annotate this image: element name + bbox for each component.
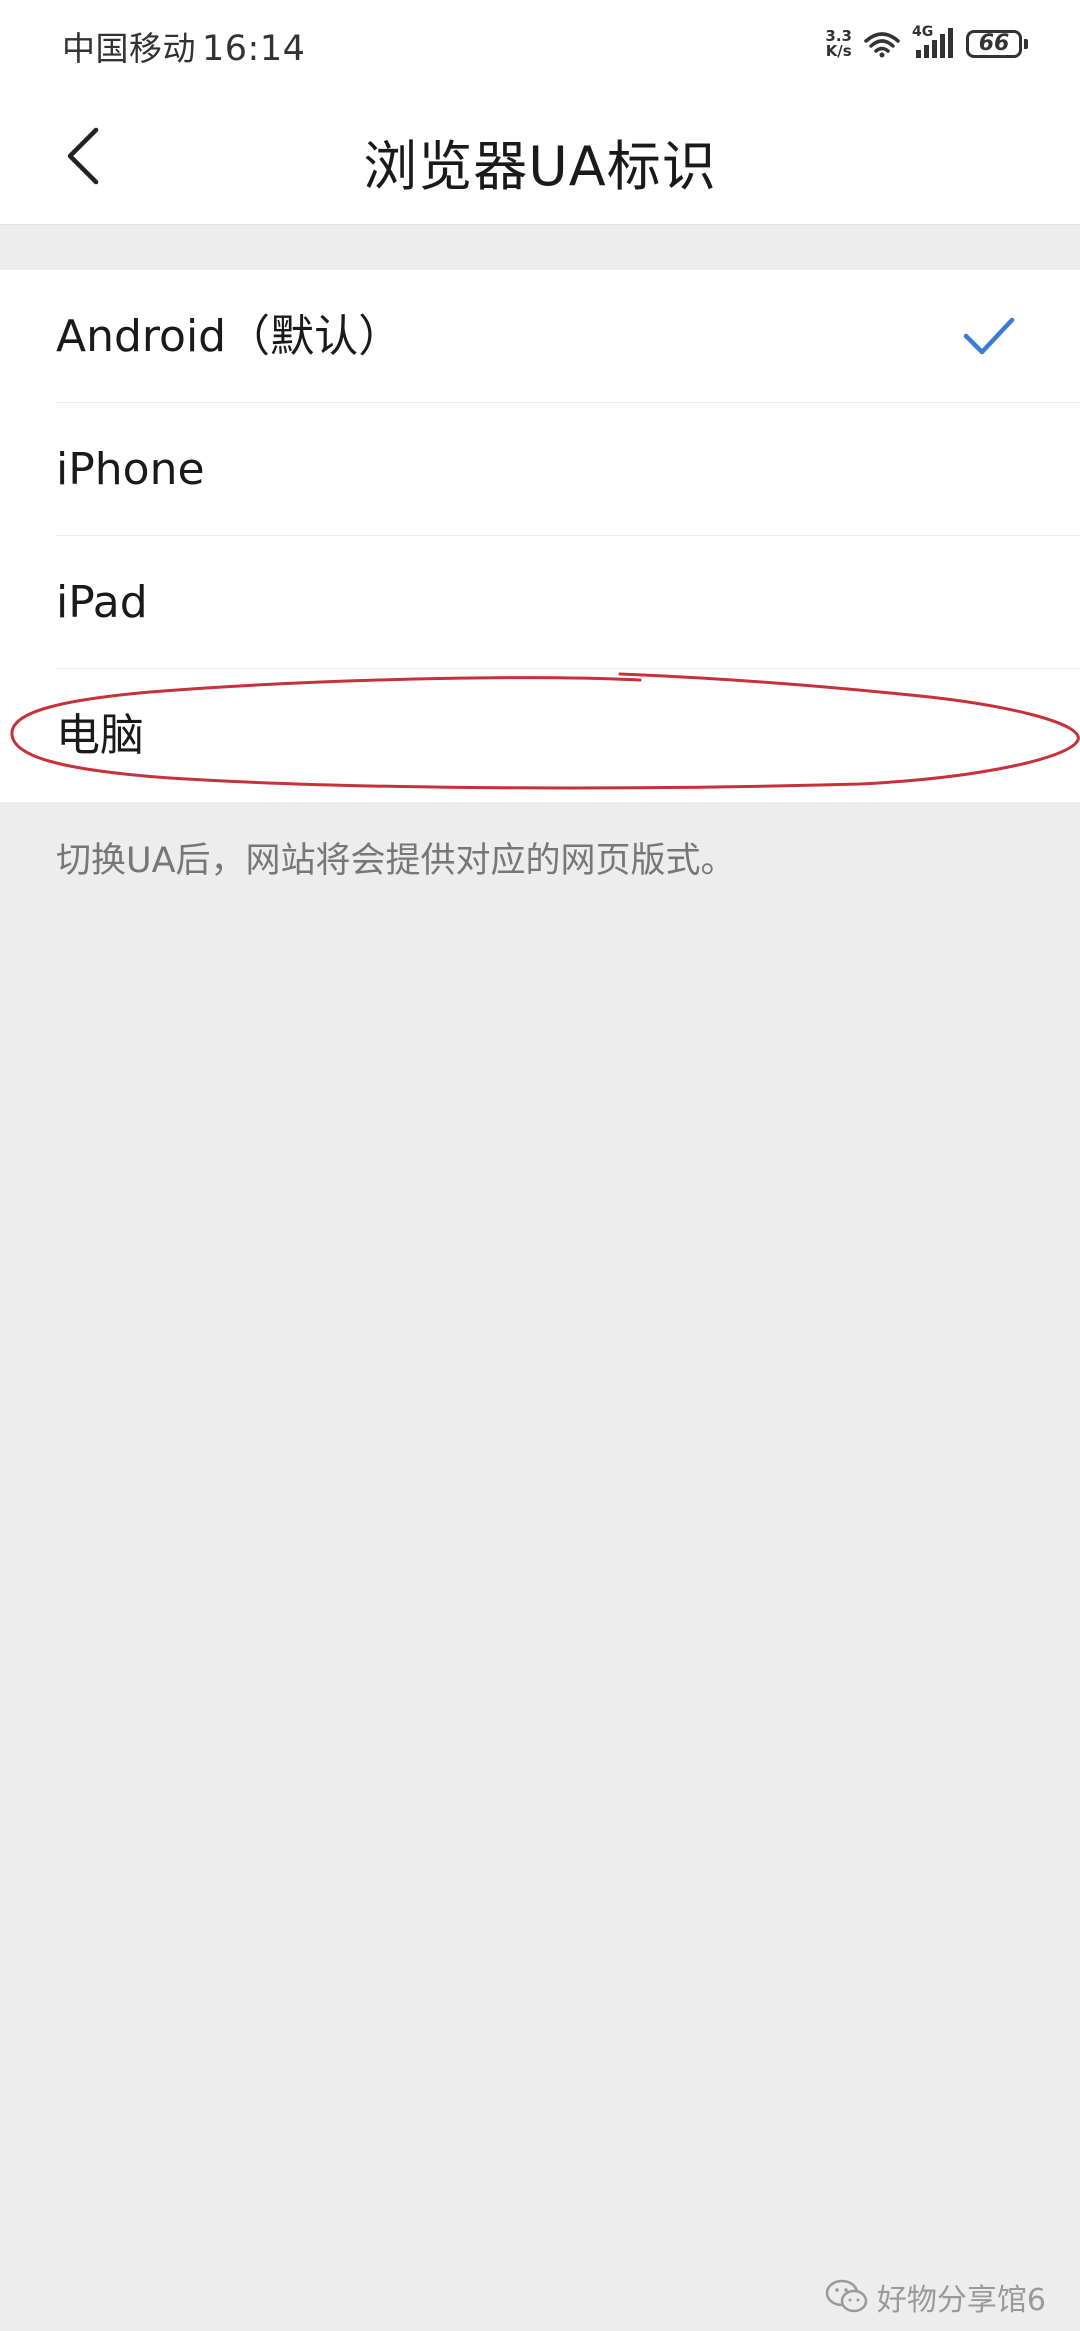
option-label: iPhone: [56, 444, 205, 495]
option-label: 电脑: [56, 710, 144, 761]
checkmark-icon: [963, 317, 1015, 355]
clock: 16:14: [202, 29, 306, 69]
battery-level: 66: [978, 31, 1010, 56]
option-label: iPad: [56, 577, 148, 628]
net-speed-unit: K/s: [825, 42, 852, 60]
wifi-icon: [864, 32, 900, 58]
ua-option-android[interactable]: Android（默认）: [0, 270, 1080, 403]
wechat-icon: [825, 2279, 868, 2313]
net-speed: 3.3 K/s: [825, 29, 852, 59]
signal-bars-icon: [916, 28, 953, 58]
ua-option-list: Android（默认） iPhone iPad 电脑: [0, 270, 1080, 802]
option-label: Android（默认）: [56, 311, 403, 362]
cellular-signal: 4G: [912, 24, 956, 60]
ua-hint-text: 切换UA后，网站将会提供对应的网页版式。: [56, 841, 736, 881]
watermark-text: 好物分享馆6: [876, 2283, 1046, 2318]
watermark: 好物分享馆6: [825, 2275, 1046, 2319]
page-title: 浏览器UA标识: [363, 135, 717, 198]
status-bar: 中国移动 16:14 3.3 K/s 4G 66: [0, 0, 1080, 88]
nav-bar: 浏览器UA标识: [0, 88, 1080, 225]
battery-indicator: 66: [966, 30, 1028, 58]
carrier-name: 中国移动: [62, 29, 196, 68]
ua-option-ipad[interactable]: iPad: [0, 536, 1080, 669]
ua-option-iphone[interactable]: iPhone: [0, 403, 1080, 536]
ua-option-desktop[interactable]: 电脑: [0, 669, 1080, 802]
status-right: 3.3 K/s 4G 66: [825, 24, 1028, 64]
status-left: 中国移动 16:14: [62, 22, 305, 70]
